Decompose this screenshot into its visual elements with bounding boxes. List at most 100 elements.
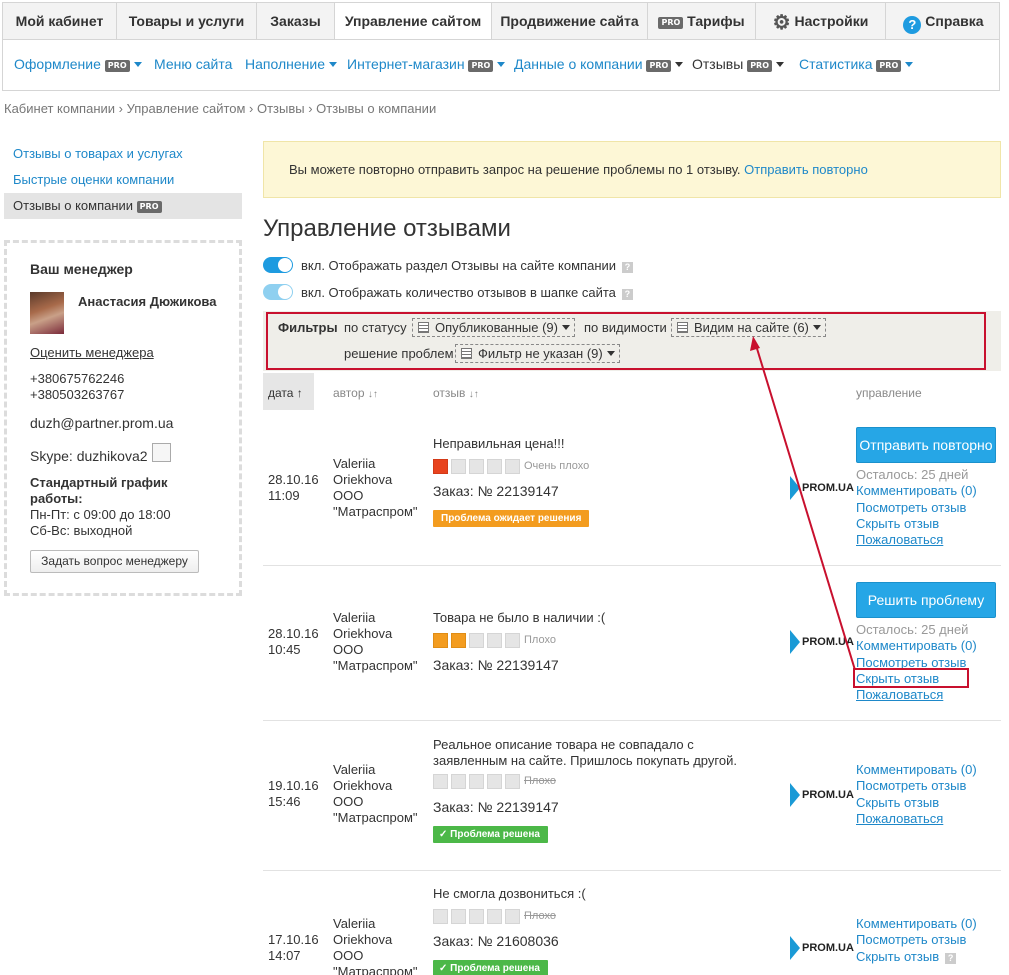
subnav-statistics[interactable]: Статистика PRO [799, 56, 914, 72]
comment-link[interactable]: Комментировать (0) [856, 916, 977, 931]
toggle-label-text: вкл. Отображать количество отзывов в шап… [301, 285, 616, 300]
rating-square [505, 774, 520, 789]
complain-link[interactable]: Пожаловаться [856, 811, 943, 826]
date-text: 19.10.16 [268, 778, 319, 793]
complain-link[interactable]: Пожаловаться [856, 532, 943, 547]
header-label: автор [333, 386, 365, 400]
prom-logo-text: PROM.UA [802, 788, 854, 801]
comment-link[interactable]: Комментировать (0) [856, 638, 977, 653]
prom-logo: PROM.UA [790, 936, 854, 960]
prom-arrow-icon [790, 476, 800, 500]
view-review-link[interactable]: Посмотреть отзыв [856, 778, 966, 793]
tab-tariffs[interactable]: PRO Тарифы [648, 3, 756, 41]
pro-badge: PRO [658, 17, 684, 29]
checkmark-icon: ✓ [439, 829, 448, 840]
subnav-label: Наполнение [245, 56, 325, 72]
review-title: Товара не было в наличии :( [433, 610, 606, 625]
review-sort-header[interactable]: отзыв ↓↑ [433, 386, 479, 400]
row-divider [263, 720, 1001, 721]
manager-avatar [30, 292, 64, 334]
tab-site-management[interactable]: Управление сайтом [334, 2, 492, 41]
review-date: 28.10.16 10:45 [268, 626, 319, 658]
toggle-knob [278, 258, 292, 272]
subnav-label: Меню сайта [154, 56, 233, 72]
manager-phone: +380675762246 [30, 371, 125, 386]
help-icon[interactable]: ? [622, 262, 634, 273]
subnav-reviews[interactable]: Отзывы PRO [692, 56, 785, 72]
hide-review-link[interactable]: Скрыть отзыв [856, 516, 939, 531]
skype-status-icon [152, 443, 171, 462]
review-actions: Осталось: 25 дней Комментировать (0) Пос… [856, 622, 977, 703]
rating-square [469, 774, 484, 789]
sidebar-item-quick-ratings[interactable]: Быстрые оценки компании [13, 172, 174, 187]
chevron-down-icon [675, 62, 684, 67]
order-link[interactable]: Заказ: № 22139147 [433, 799, 559, 815]
page-title: Управление отзывами [263, 215, 511, 242]
rating-square [451, 459, 466, 474]
date-sort-header[interactable]: дата ↑ [268, 386, 303, 400]
author-sort-header[interactable]: автор ↓↑ [333, 386, 378, 400]
subnav-label: Оформление [14, 56, 101, 72]
manager-email-link[interactable]: duzh@partner.prom.ua [30, 415, 173, 431]
review-date: 17.10.16 14:07 [268, 932, 319, 964]
subnav-content[interactable]: Наполнение [245, 56, 337, 72]
pro-badge: PRO [468, 60, 494, 72]
tab-orders[interactable]: Заказы [257, 3, 335, 41]
rate-manager-link[interactable]: Оценить менеджера [30, 345, 154, 360]
schedule-title: Стандартный график работы: [30, 475, 168, 506]
author-line: Oriekhova [333, 626, 393, 641]
prom-logo-text: PROM.UA [802, 481, 854, 494]
resolve-problem-button[interactable]: Решить проблему [856, 582, 996, 618]
rating-squares [433, 459, 523, 474]
manager-title: Ваш менеджер [30, 261, 133, 277]
order-link[interactable]: Заказ: № 21608036 [433, 933, 559, 949]
status-badge: Проблема ожидает решения [433, 510, 590, 527]
complain-link[interactable]: Пожаловаться [856, 687, 943, 702]
rating-square [433, 459, 448, 474]
rating-square [469, 633, 484, 648]
comment-link[interactable]: Комментировать (0) [856, 483, 977, 498]
subnav-shop[interactable]: Интернет-магазин PRO [347, 56, 506, 72]
subnav-design[interactable]: Оформление PRO [14, 56, 142, 72]
breadcrumb[interactable]: Кабинет компании › Управление сайтом › О… [4, 101, 436, 116]
pro-badge: PRO [747, 60, 773, 72]
order-link[interactable]: Заказ: № 22139147 [433, 483, 559, 499]
prom-logo-text: PROM.UA [802, 635, 854, 648]
author-line: Valeriia [333, 456, 376, 471]
tab-goods-services[interactable]: Товары и услуги [117, 3, 257, 41]
rating-square [451, 633, 466, 648]
author-line: Oriekhova [333, 472, 393, 487]
toggle-show-count[interactable] [263, 284, 293, 300]
comment-link[interactable]: Комментировать (0) [856, 762, 977, 777]
sidebar-item-company-reviews[interactable]: Отзывы о компании PRO [13, 198, 162, 213]
tab-help[interactable]: ? Справка [886, 3, 1001, 41]
tab-site-promotion[interactable]: Продвижение сайта [492, 3, 648, 41]
title-line: заявленным на сайте. Пришлось покупать д… [433, 753, 737, 768]
rating-square [451, 909, 466, 924]
ask-manager-button[interactable]: Задать вопрос менеджеру [30, 550, 199, 573]
view-review-link[interactable]: Посмотреть отзыв [856, 500, 966, 515]
view-review-link[interactable]: Посмотреть отзыв [856, 932, 966, 947]
hide-review-link[interactable]: Скрыть отзыв [856, 949, 939, 964]
top-tabs-bar: Мой кабинет Товары и услуги Заказы Управ… [2, 2, 1001, 41]
help-icon[interactable]: ? [945, 952, 957, 964]
toggle-show-reviews[interactable] [263, 257, 293, 273]
resend-link[interactable]: Отправить повторно [744, 162, 868, 177]
tab-my-cabinet[interactable]: Мой кабинет [3, 3, 117, 41]
subnav-site-menu[interactable]: Меню сайта [154, 56, 232, 72]
review-date: 28.10.16 11:09 [268, 472, 319, 504]
review-author: Valeriia Oriekhova ООО "Матраспром" [333, 456, 418, 520]
sort-up-icon: ↑ [296, 386, 303, 400]
resend-button[interactable]: Отправить повторно [856, 427, 996, 463]
hide-review-link[interactable]: Скрыть отзыв [856, 795, 939, 810]
order-link[interactable]: Заказ: № 22139147 [433, 657, 559, 673]
pro-badge: PRO [646, 60, 672, 72]
subnav-company-data[interactable]: Данные о компании PRO [514, 56, 684, 72]
review-actions: Комментировать (0) Посмотреть отзыв Скры… [856, 916, 977, 965]
help-icon[interactable]: ? [621, 289, 633, 300]
sidebar-item-product-reviews[interactable]: Отзывы о товарах и услугах [13, 146, 183, 161]
tab-label: Тарифы [687, 13, 745, 29]
manager-name: Анастасия Дюжикова [78, 294, 217, 309]
manager-phone: +380503263767 [30, 387, 125, 402]
tab-settings[interactable]: ⚙ Настройки [756, 3, 886, 41]
